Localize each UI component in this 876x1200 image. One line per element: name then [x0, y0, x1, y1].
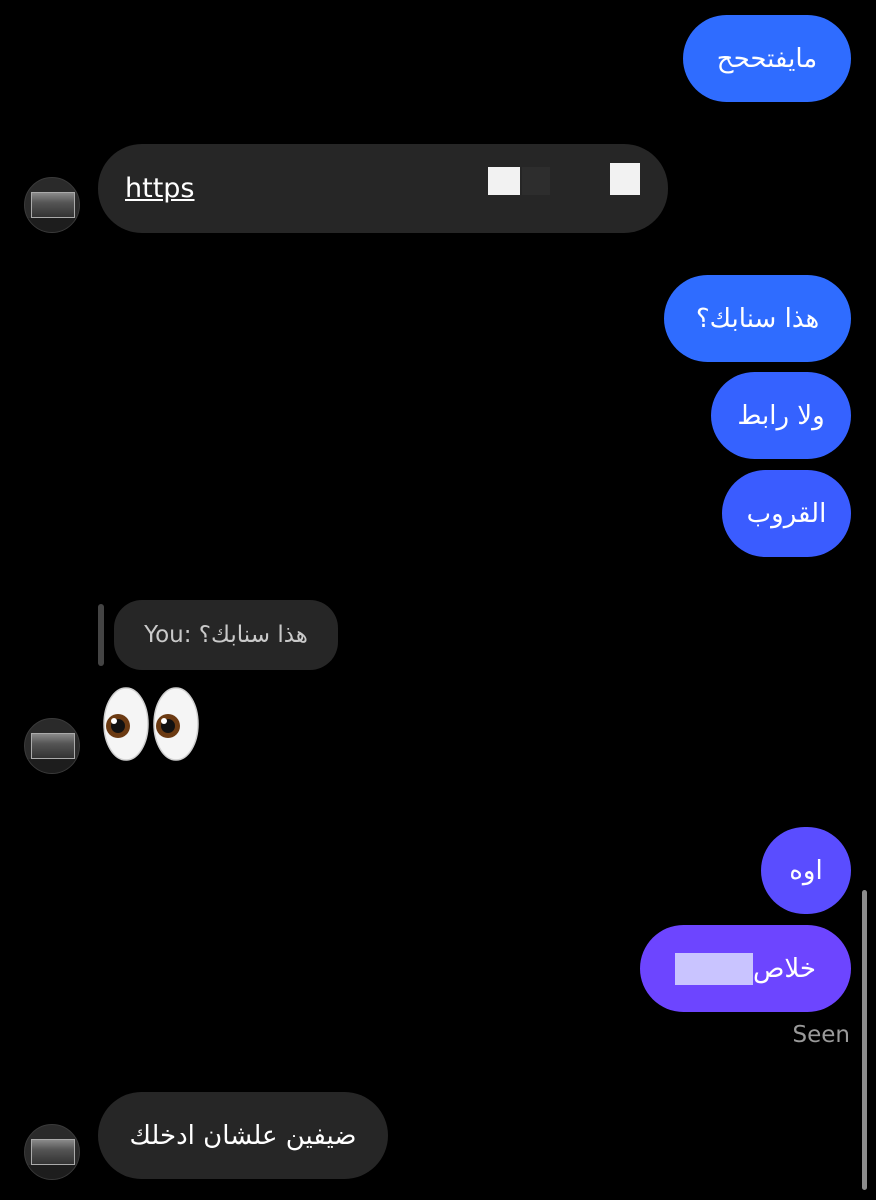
redaction-block [610, 163, 640, 195]
outgoing-message[interactable]: هذا سنابك؟ [664, 275, 851, 362]
contact-avatar[interactable] [24, 718, 80, 774]
outgoing-message[interactable]: اوه [761, 827, 851, 914]
outgoing-message[interactable]: خلاص [640, 925, 851, 1012]
message-text: ضيفين علشان ادخلك [129, 1120, 357, 1151]
scrollbar[interactable] [862, 890, 867, 1190]
message-text: القروب [746, 498, 827, 529]
reply-quote[interactable]: You: هذا سنابك؟ [114, 600, 338, 670]
redaction-block [522, 167, 550, 195]
contact-avatar[interactable] [24, 1124, 80, 1180]
incoming-link-message[interactable]: https [98, 144, 668, 233]
eyes-emoji-icon [103, 687, 199, 761]
seen-status: Seen [792, 1022, 850, 1048]
message-text: هذا سنابك؟ [695, 303, 820, 334]
redaction-block [488, 167, 520, 195]
emoji-message[interactable] [102, 686, 202, 766]
message-text: مايفتححح [716, 43, 818, 74]
contact-avatar[interactable] [24, 177, 80, 233]
outgoing-message[interactable]: القروب [722, 470, 851, 557]
message-text: ولا رابط [737, 400, 825, 431]
reply-quote-text: You: هذا سنابك؟ [144, 622, 308, 648]
reply-indicator [98, 604, 104, 666]
message-link[interactable]: https [125, 173, 195, 204]
redaction-block [674, 952, 753, 985]
incoming-message[interactable]: ضيفين علشان ادخلك [98, 1092, 388, 1179]
message-text: خلاص [752, 953, 817, 984]
outgoing-message[interactable]: ولا رابط [711, 372, 851, 459]
message-text: اوه [789, 855, 823, 886]
outgoing-message[interactable]: مايفتححح [683, 15, 851, 102]
